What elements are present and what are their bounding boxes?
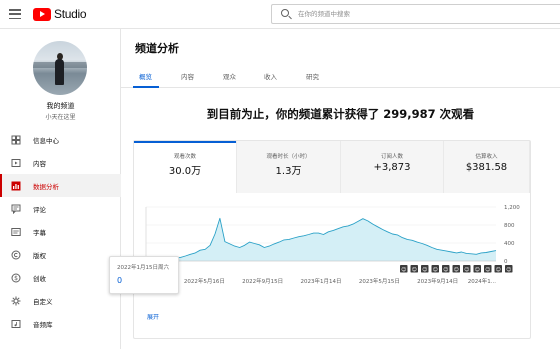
sidebar: 我的频道 小天在这里 信息中心内容数据分析评论字幕版权 $ 创收自定义音频库 bbox=[0, 29, 121, 349]
sidebar-item-label: 字幕 bbox=[33, 228, 46, 237]
annotation-marker-glyph: ☺ bbox=[496, 266, 501, 273]
metric-label: 观看次数 bbox=[173, 154, 196, 160]
annotation-marker-glyph: ☺ bbox=[464, 266, 469, 273]
sidebar-item-label: 自定义 bbox=[33, 297, 53, 306]
tab-3[interactable]: 收入 bbox=[264, 71, 277, 81]
y-tick-label: 400 bbox=[504, 241, 515, 247]
sidebar-item-label: 内容 bbox=[33, 159, 46, 168]
metrics-row: 观看次数 30.0万 观看时长（小时） 1.3万 订阅人数 +3,873 估算收入 $381.… bbox=[134, 141, 530, 193]
svg-text:$: $ bbox=[14, 275, 18, 282]
sidebar-nav: 信息中心内容数据分析评论字幕版权 $ 创收自定义音频库 bbox=[0, 128, 121, 335]
analytics-tabs: 概览 内容 观众 收入 研究 bbox=[121, 67, 560, 88]
annotation-marker-glyph: ☺ bbox=[475, 266, 480, 273]
search-box[interactable] bbox=[271, 4, 560, 24]
sidebar-item-monetization[interactable]: $ 创收 bbox=[0, 266, 121, 289]
sidebar-item-copyright[interactable]: 版权 bbox=[0, 243, 121, 266]
metric-card[interactable]: 观看次数 30.0万 bbox=[134, 141, 237, 193]
metric-label: 观看时长（小时） bbox=[266, 154, 311, 160]
sidebar-item-audio-library[interactable]: 音频库 bbox=[0, 312, 121, 335]
sidebar-item-label: 信息中心 bbox=[33, 136, 59, 145]
y-tick-label: 0 bbox=[504, 259, 508, 265]
annotation-marker-glyph: ☺ bbox=[422, 266, 427, 273]
metric-value: 1.3万 bbox=[275, 166, 302, 177]
x-tick-label: 2022年9月15日 bbox=[242, 277, 283, 285]
channel-avatar[interactable] bbox=[33, 41, 87, 95]
x-tick-label: 2024年1... bbox=[468, 277, 496, 285]
channel-handle: 小天在这里 bbox=[45, 114, 76, 121]
sidebar-item-label: 评论 bbox=[33, 205, 46, 214]
copyright-icon bbox=[11, 250, 21, 259]
channel-name[interactable]: 我的频道 bbox=[0, 101, 121, 111]
analytics-icon bbox=[11, 181, 21, 190]
subtitles-icon bbox=[11, 227, 21, 236]
sidebar-item-label: 创收 bbox=[33, 274, 46, 283]
monetization-icon: $ bbox=[11, 273, 21, 282]
sidebar-item-content[interactable]: 内容 bbox=[0, 151, 121, 174]
tab-4[interactable]: 研究 bbox=[306, 71, 319, 81]
sidebar-item-label: 数据分析 bbox=[33, 182, 59, 191]
y-tick-label: 1,200 bbox=[504, 205, 520, 211]
tooltip-value: 0 bbox=[117, 276, 123, 285]
youtube-logo-icon bbox=[33, 7, 51, 21]
logo-text: Studio bbox=[54, 7, 87, 21]
annotation-marker-glyph: ☺ bbox=[433, 266, 438, 273]
metric-label: 订阅人数 bbox=[380, 154, 403, 160]
x-tick-label: 2023年9月14日 bbox=[417, 277, 458, 285]
y-tick-label: 800 bbox=[504, 223, 515, 229]
tab-2[interactable]: 观众 bbox=[223, 71, 236, 81]
dashboard-icon bbox=[11, 135, 21, 144]
annotation-marker-glyph: ☺ bbox=[506, 266, 511, 273]
studio-logo[interactable]: Studio bbox=[33, 7, 87, 21]
views-chart: 1,2008004000☺☺☺☺☺☺☺☺☺☺☺2022年1...2022年5月1… bbox=[144, 205, 520, 285]
total-views-headline: 到目前为止，你的频道累计获得了 299,987 次观看 bbox=[206, 107, 475, 121]
tooltip-date: 2022年1月15日周六 bbox=[117, 265, 169, 271]
metric-card[interactable]: 观看时长（小时） 1.3万 bbox=[237, 141, 341, 193]
annotation-marker-glyph: ☺ bbox=[443, 266, 448, 273]
metric-card[interactable]: 订阅人数 +3,873 bbox=[341, 141, 444, 193]
tab-0[interactable]: 概览 bbox=[139, 71, 152, 81]
metric-value: 30.0万 bbox=[168, 166, 202, 177]
metric-label: 估算收入 bbox=[475, 154, 498, 160]
main-content: 频道分析 概览 内容 观众 收入 研究 到目前为止，你的频道累计获得了 299,987 … bbox=[109, 29, 560, 349]
expand-link[interactable]: 展开 bbox=[147, 312, 159, 321]
overview-card: 观看次数 30.0万 观看时长（小时） 1.3万 订阅人数 +3,873 估算收入 $381.… bbox=[109, 140, 531, 339]
metric-value: +3,873 bbox=[373, 162, 411, 173]
search-input[interactable] bbox=[298, 8, 548, 20]
annotation-marker-glyph: ☺ bbox=[485, 266, 490, 273]
active-tab-indicator bbox=[133, 86, 159, 88]
x-tick-label: 2023年1月14日 bbox=[301, 277, 342, 285]
top-bar: Studio bbox=[0, 0, 560, 29]
audio-library-icon bbox=[11, 319, 21, 328]
chart-tooltip: 2022年1月15日周六 0 bbox=[109, 256, 179, 294]
sidebar-item-subtitles[interactable]: 字幕 bbox=[0, 220, 121, 243]
customization-icon bbox=[11, 296, 21, 305]
sidebar-item-dashboard[interactable]: 信息中心 bbox=[0, 128, 121, 151]
metric-card[interactable]: 估算收入 $381.58 bbox=[444, 141, 530, 193]
x-tick-label: 2022年5月16日 bbox=[184, 277, 225, 285]
sidebar-item-analytics[interactable]: 数据分析 bbox=[0, 174, 121, 197]
content-icon bbox=[11, 158, 21, 167]
comments-icon bbox=[11, 204, 21, 214]
sidebar-item-customization[interactable]: 自定义 bbox=[0, 289, 121, 312]
annotation-marker-glyph: ☺ bbox=[401, 266, 406, 273]
sidebar-item-comments[interactable]: 评论 bbox=[0, 197, 121, 220]
search-icon[interactable] bbox=[281, 9, 289, 17]
metric-value: $381.58 bbox=[465, 162, 508, 173]
annotation-marker-glyph: ☺ bbox=[454, 266, 459, 273]
sidebar-item-label: 版权 bbox=[33, 251, 46, 260]
x-tick-label: 2023年5月15日 bbox=[359, 277, 400, 285]
annotation-marker-glyph: ☺ bbox=[412, 266, 417, 273]
sidebar-item-label: 音频库 bbox=[33, 320, 53, 329]
page-title: 频道分析 bbox=[135, 42, 179, 55]
menu-icon[interactable] bbox=[9, 9, 21, 20]
tab-1[interactable]: 内容 bbox=[181, 71, 194, 81]
